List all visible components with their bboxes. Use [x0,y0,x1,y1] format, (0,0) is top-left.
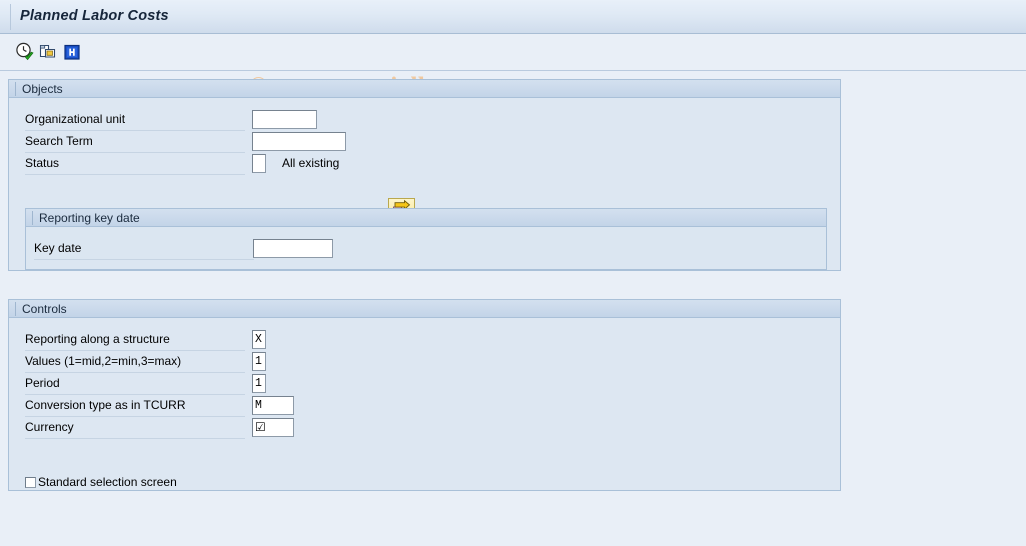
controls-header-label: Controls [22,302,67,316]
form-row-period: Period [25,374,825,396]
checkbox-box-icon [25,476,36,488]
conversion-type-label: Conversion type as in TCURR [25,396,245,417]
form-row-status: Status [25,154,825,176]
reporting-key-date-panel: Reporting key date Key date [25,208,827,270]
key-date-input[interactable] [253,239,333,258]
objects-panel-header: Objects [9,80,840,98]
form-row-conversion-type: Conversion type as in TCURR [25,396,825,418]
status-side-text: All existing [282,156,340,170]
key-date-label: Key date [34,239,254,260]
help-icon[interactable] [62,42,82,62]
currency-label: Currency [25,418,245,439]
execute-clock-icon[interactable] [15,42,35,62]
conversion-type-input[interactable]: M [252,396,294,415]
form-row-search-term: Search Term [25,132,825,154]
key-date-panel-header: Reporting key date [26,209,826,227]
reporting-structure-input[interactable]: X [252,330,266,349]
page-title: Planned Labor Costs [20,8,169,24]
period-label: Period [25,374,245,395]
toolbar: © www.tutorialkart.com [0,35,1026,100]
form-row-organizational-unit: Organizational unit [25,110,825,132]
form-row-values: Values (1=mid,2=min,3=max) [25,352,825,374]
controls-panel-header: Controls [9,300,840,318]
window-title-bar: Planned Labor Costs [0,0,1026,34]
search-term-input[interactable] [252,132,346,151]
standard-selection-screen-checkbox[interactable]: Standard selection screen [25,473,177,491]
form-row-key-date: Key date [34,239,819,261]
key-date-header-divider [32,211,33,225]
status-label: Status [25,154,245,175]
controls-header-divider [15,302,16,316]
form-row-currency: Currency [25,418,825,440]
status-input[interactable] [252,154,266,173]
title-divider [10,4,11,30]
period-input[interactable]: 1 [252,374,266,393]
key-date-header-label: Reporting key date [39,211,140,225]
standard-selection-screen-label: Standard selection screen [38,475,177,489]
form-row-reporting-structure: Reporting along a structure [25,330,825,352]
values-label: Values (1=mid,2=min,3=max) [25,352,245,373]
search-term-label: Search Term [25,132,245,153]
currency-input[interactable]: ☑ [252,418,294,437]
values-input[interactable]: 1 [252,352,266,371]
objects-header-label: Objects [22,82,63,96]
objects-header-divider [15,82,16,96]
organizational-unit-label: Organizational unit [25,110,245,131]
organizational-unit-input[interactable] [252,110,317,129]
objects-panel: Objects Organizational unit Search Term … [8,79,841,271]
controls-panel: Controls Reporting along a structure X V… [8,299,841,491]
copy-icon[interactable] [38,42,58,62]
reporting-structure-label: Reporting along a structure [25,330,245,351]
